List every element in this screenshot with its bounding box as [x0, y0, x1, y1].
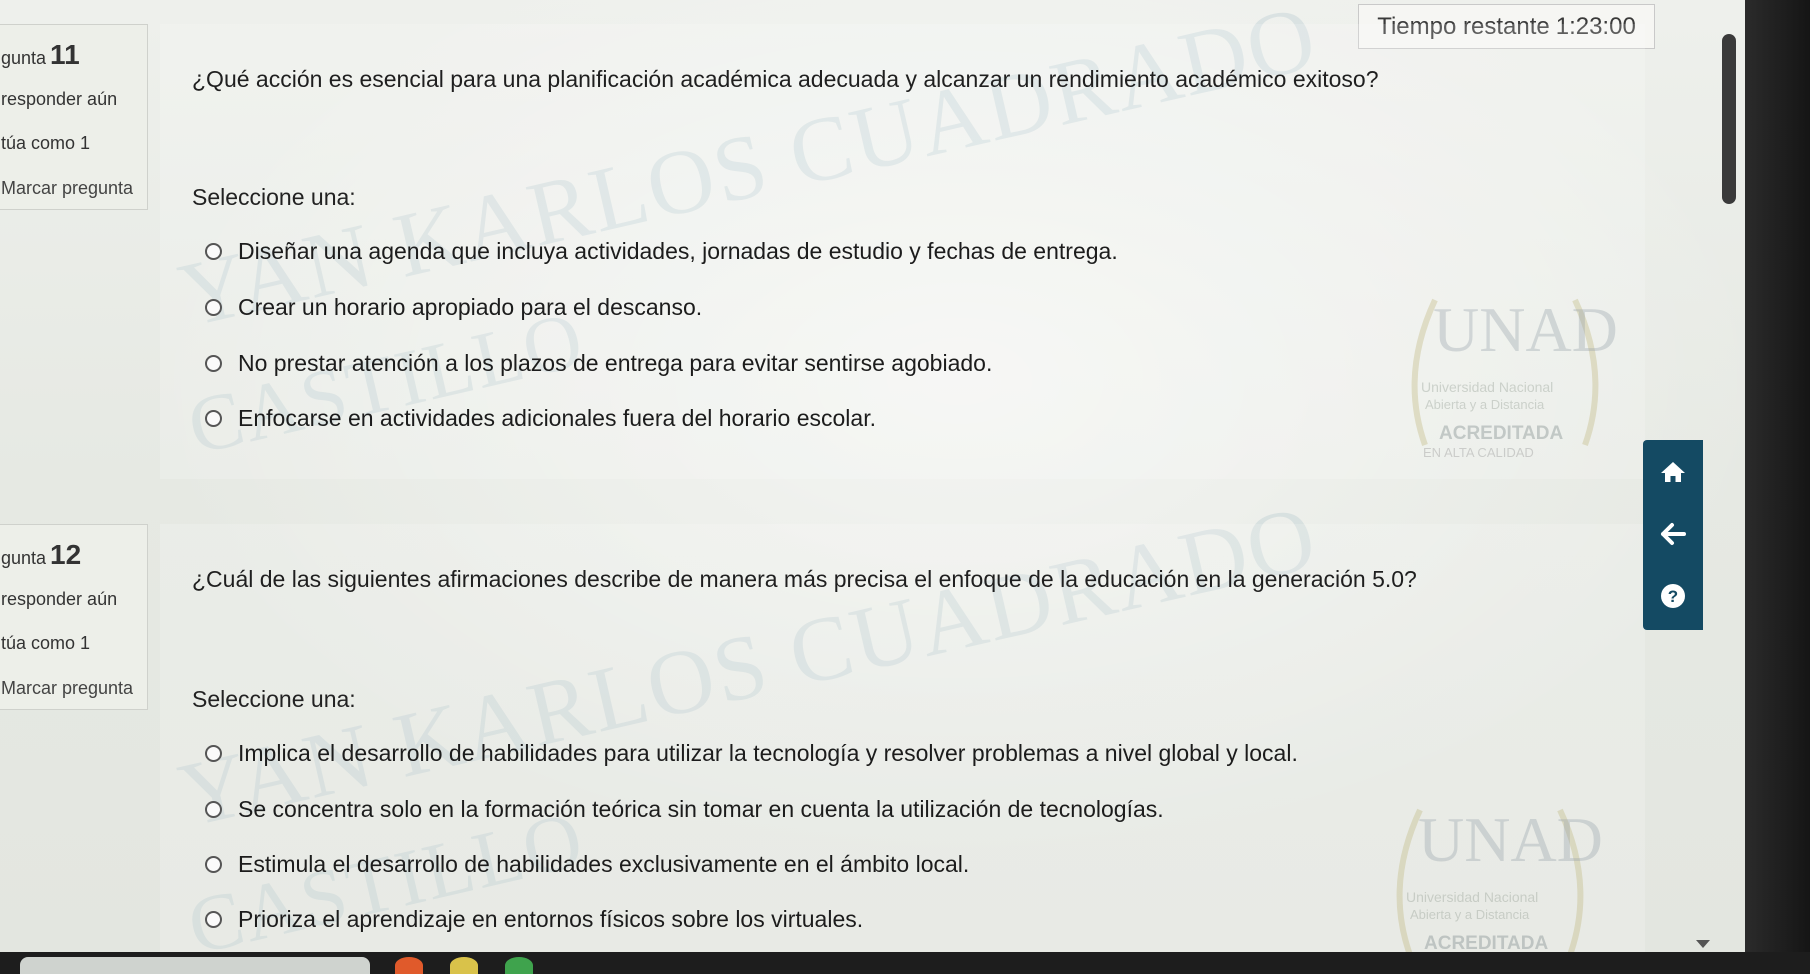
svg-text:?: ? [1668, 587, 1678, 606]
radio-button[interactable] [205, 410, 222, 427]
question-prefix: gunta [1, 48, 47, 68]
radio-button[interactable] [205, 355, 222, 372]
question-content-12: ¿Cuál de las siguientes afirmaciones des… [160, 524, 1645, 952]
radio-button[interactable] [205, 856, 222, 873]
taskbar-app-icon[interactable] [450, 957, 478, 974]
question-grade: túa como 1 [1, 633, 91, 653]
answer-option[interactable]: Diseñar una agenda que incluya actividad… [205, 238, 1118, 265]
question-info-11: gunta 11 responder aún túa como 1 Marcar … [0, 24, 148, 210]
answer-option-label: Implica el desarrollo de habilidades par… [238, 740, 1298, 766]
answer-option[interactable]: Estimula el desarrollo de habilidades ex… [205, 851, 969, 878]
back-arrow-icon [1661, 523, 1686, 545]
answer-option[interactable]: No prestar atención a los plazos de entr… [205, 350, 992, 377]
select-one-prompt: Seleccione una: [192, 184, 356, 210]
taskbar-item[interactable] [20, 957, 370, 974]
radio-button[interactable] [205, 745, 222, 762]
question-number-value: 11 [50, 39, 80, 70]
select-one-prompt: Seleccione una: [192, 686, 356, 712]
question-grade: túa como 1 [1, 133, 91, 153]
side-navigation: ? [1643, 440, 1703, 630]
question-prefix: gunta [1, 548, 47, 568]
question-text: ¿Qué acción es esencial para una planifi… [192, 66, 1379, 92]
question-state: responder aún [1, 89, 118, 109]
monitor-bezel [1745, 0, 1810, 974]
question-text: ¿Cuál de las siguientes afirmaciones des… [192, 566, 1417, 592]
answer-option-label: Crear un horario apropiado para el desca… [238, 294, 703, 320]
home-button[interactable] [1643, 442, 1703, 502]
answer-option-label: No prestar atención a los plazos de entr… [238, 350, 993, 376]
radio-button[interactable] [205, 243, 222, 260]
answer-option-label: Se concentra solo en la formación teóric… [238, 796, 1164, 822]
back-button[interactable] [1643, 504, 1703, 564]
flag-question-link[interactable]: Marcar pregunta [1, 178, 133, 199]
question-state: responder aún [1, 589, 118, 609]
answer-option[interactable]: Crear un horario apropiado para el desca… [205, 294, 702, 321]
help-button[interactable]: ? [1643, 566, 1703, 626]
question-info-12: gunta 12 responder aún túa como 1 Marcar … [0, 524, 148, 710]
home-icon [1661, 462, 1685, 482]
radio-button[interactable] [205, 299, 222, 316]
answer-option[interactable]: Se concentra solo en la formación teóric… [205, 796, 1164, 823]
question-number: gunta 12 [1, 539, 81, 571]
answer-option-label: Enfocarse en actividades adicionales fue… [238, 405, 876, 431]
question-content-11: ¿Qué acción es esencial para una planifi… [160, 24, 1645, 479]
flag-question-link[interactable]: Marcar pregunta [1, 678, 133, 699]
answer-option[interactable]: Prioriza el aprendizaje en entornos físi… [205, 906, 863, 933]
answer-option[interactable]: Enfocarse en actividades adicionales fue… [205, 405, 876, 432]
radio-button[interactable] [205, 911, 222, 928]
answer-option[interactable]: Implica el desarrollo de habilidades par… [205, 740, 1298, 767]
question-number: gunta 11 [1, 39, 80, 71]
answer-option-label: Prioriza el aprendizaje en entornos físi… [238, 906, 864, 932]
question-number-value: 12 [50, 539, 82, 570]
answer-option-label: Estimula el desarrollo de habilidades ex… [238, 851, 970, 877]
taskbar-app-icon[interactable] [505, 957, 533, 974]
taskbar-app-icon[interactable] [395, 957, 423, 974]
scroll-down-arrow-icon[interactable] [1696, 940, 1710, 948]
screen: YAN KARLOS CUADRADO CASTILLO YAN KARLOS … [0, 0, 1745, 952]
help-icon: ? [1661, 584, 1685, 608]
radio-button[interactable] [205, 801, 222, 818]
scrollbar-thumb[interactable] [1722, 34, 1736, 204]
answer-option-label: Diseñar una agenda que incluya actividad… [238, 238, 1118, 264]
